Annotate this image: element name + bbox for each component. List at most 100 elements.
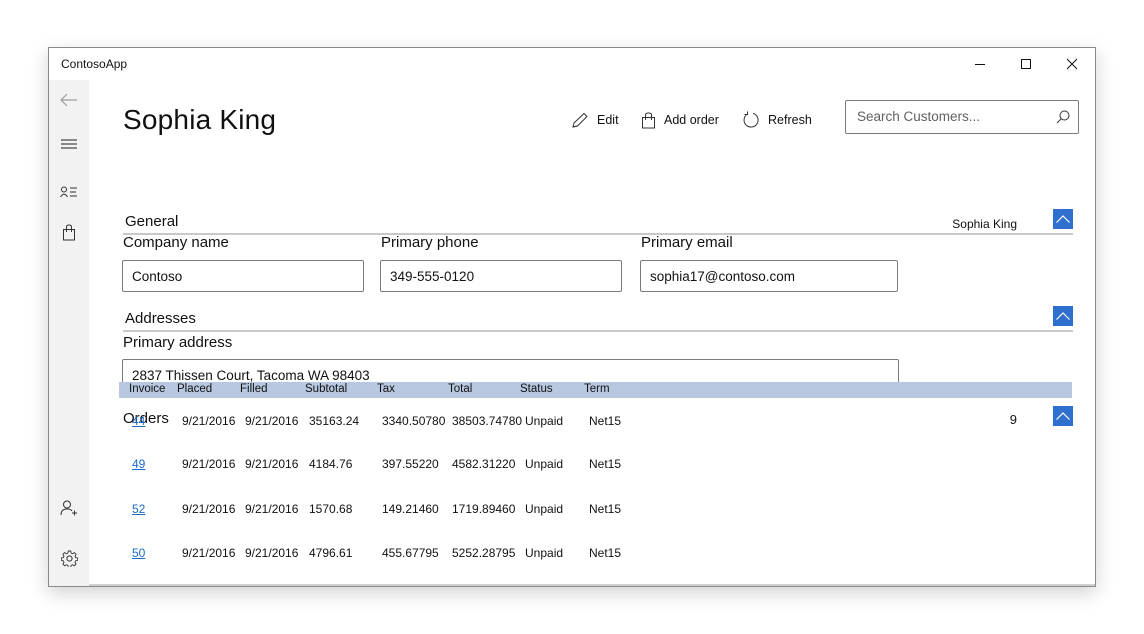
order-cell-total: 4582.31220 [452, 457, 516, 471]
column-header-term[interactable]: Term [584, 383, 610, 395]
shopping-bag-icon [642, 111, 655, 128]
chevron-up-icon [1056, 215, 1070, 223]
primary-phone-field[interactable] [380, 260, 622, 292]
order-cell-filled: 9/21/2016 [245, 414, 299, 428]
order-cell-invoice[interactable]: 49 [132, 457, 145, 471]
order-row[interactable]: 52 9/21/2016 9/21/2016 1570.68 149.21460 1719… [119, 502, 1072, 522]
order-cell-placed: 9/21/2016 [182, 457, 236, 471]
order-cell-term: Net15 [589, 502, 622, 516]
close-button[interactable] [1049, 48, 1095, 80]
addresses-collapse-button[interactable] [1053, 306, 1073, 326]
add-order-button[interactable]: Add order [641, 107, 719, 133]
general-section-title: General [125, 213, 179, 230]
general-collapse-button[interactable] [1053, 209, 1073, 229]
order-cell-subtotal: 4796.61 [309, 546, 353, 560]
order-cell-filled: 9/21/2016 [245, 546, 299, 560]
order-cell-invoice[interactable]: 50 [132, 546, 145, 560]
order-row[interactable]: 44 9/21/2016 9/21/2016 35163.24 3340.50780 38… [119, 414, 1072, 434]
maximize-icon [1021, 59, 1031, 69]
invoice-link[interactable]: 50 [132, 546, 145, 560]
nav-customers[interactable] [49, 172, 89, 212]
search-icon[interactable] [1056, 110, 1070, 124]
order-cell-total: 1719.89460 [452, 502, 516, 516]
order-cell-total: 38503.74780 [452, 414, 523, 428]
order-cell-subtotal: 1570.68 [309, 502, 353, 516]
order-cell-total: 5252.28795 [452, 546, 516, 560]
general-summary: Sophia King [952, 217, 1017, 231]
order-cell-status: Unpaid [525, 502, 564, 516]
order-cell-term: Net15 [589, 457, 622, 471]
maximize-button[interactable] [1003, 48, 1049, 80]
column-header-total[interactable]: Total [448, 383, 472, 395]
company-name-field[interactable] [122, 260, 364, 292]
order-cell-subtotal: 35163.24 [309, 414, 360, 428]
order-cell-subtotal: 4184.76 [309, 457, 353, 471]
menu-button[interactable] [49, 124, 89, 164]
order-cell-tax: 3340.50780 [382, 414, 446, 428]
page-title: Sophia King [123, 104, 277, 135]
column-header-status[interactable]: Status [520, 383, 553, 395]
invoice-link[interactable]: 52 [132, 502, 145, 516]
order-cell-invoice[interactable]: 52 [132, 502, 145, 516]
app-window: ContosoApp Sophia King Edit Add order Re… [48, 47, 1096, 587]
refresh-button[interactable]: Refresh [742, 107, 812, 133]
refresh-icon [743, 111, 759, 128]
app-title: ContosoApp [61, 57, 128, 71]
title-bar: ContosoApp [49, 48, 1095, 80]
invoice-link[interactable]: 44 [132, 414, 145, 428]
content-bottom-edge [89, 584, 1095, 586]
nav-rail [49, 80, 89, 586]
company-name-label: Company name [123, 234, 229, 251]
order-cell-status: Unpaid [525, 457, 564, 471]
minimize-button[interactable] [957, 48, 1003, 80]
order-cell-invoice[interactable]: 44 [132, 414, 145, 428]
primary-address-label: Primary address [123, 334, 233, 351]
order-cell-term: Net15 [589, 414, 622, 428]
minimize-icon [975, 64, 985, 65]
addresses-section-header: Addresses [123, 306, 1073, 332]
orders-table-header: Invoice Placed Filled Subtotal Tax Total… [119, 382, 1072, 398]
search-input[interactable] [855, 108, 1049, 125]
contact-list-icon [60, 186, 77, 198]
column-header-tax[interactable]: Tax [377, 383, 395, 395]
order-cell-placed: 9/21/2016 [182, 414, 236, 428]
order-cell-term: Net15 [589, 546, 622, 560]
order-cell-placed: 9/21/2016 [182, 546, 236, 560]
order-row[interactable]: 49 9/21/2016 9/21/2016 4184.76 397.55220 4582… [119, 457, 1072, 477]
edit-button[interactable]: Edit [571, 107, 619, 133]
column-header-invoice[interactable]: Invoice [129, 383, 165, 395]
order-row[interactable]: 50 9/21/2016 9/21/2016 4796.61 455.67795 5252… [119, 546, 1072, 566]
settings-button[interactable] [49, 538, 89, 578]
order-cell-status: Unpaid [525, 414, 564, 428]
close-icon [1066, 58, 1078, 70]
primary-email-field[interactable] [640, 260, 898, 292]
primary-phone-label: Primary phone [381, 234, 479, 251]
column-header-filled[interactable]: Filled [240, 383, 267, 395]
customer-detail-page: Sophia King Edit Add order Refresh Gener… [89, 80, 1095, 586]
search-box[interactable] [845, 100, 1079, 134]
order-cell-filled: 9/21/2016 [245, 457, 299, 471]
chevron-up-icon [1056, 312, 1070, 320]
general-section-header: General Sophia King [123, 209, 1073, 235]
order-cell-filled: 9/21/2016 [245, 502, 299, 516]
pencil-icon [572, 112, 588, 128]
order-cell-placed: 9/21/2016 [182, 502, 236, 516]
add-customer-button[interactable] [49, 488, 89, 528]
column-header-placed[interactable]: Placed [177, 383, 212, 395]
column-header-subtotal[interactable]: Subtotal [305, 383, 347, 395]
refresh-label: Refresh [768, 113, 812, 127]
add-person-icon [60, 500, 77, 516]
primary-email-label: Primary email [641, 234, 733, 251]
invoice-link[interactable]: 49 [132, 457, 145, 471]
add-order-label: Add order [664, 113, 719, 127]
order-cell-tax: 149.21460 [382, 502, 439, 516]
edit-label: Edit [597, 113, 619, 127]
back-arrow-icon [60, 93, 77, 107]
gear-icon [60, 550, 78, 567]
shopping-bag-icon [63, 223, 75, 240]
hamburger-icon [61, 139, 77, 149]
nav-orders[interactable] [49, 212, 89, 252]
addresses-section-title: Addresses [125, 310, 196, 327]
order-cell-tax: 455.67795 [382, 546, 439, 560]
back-button[interactable] [49, 80, 89, 120]
